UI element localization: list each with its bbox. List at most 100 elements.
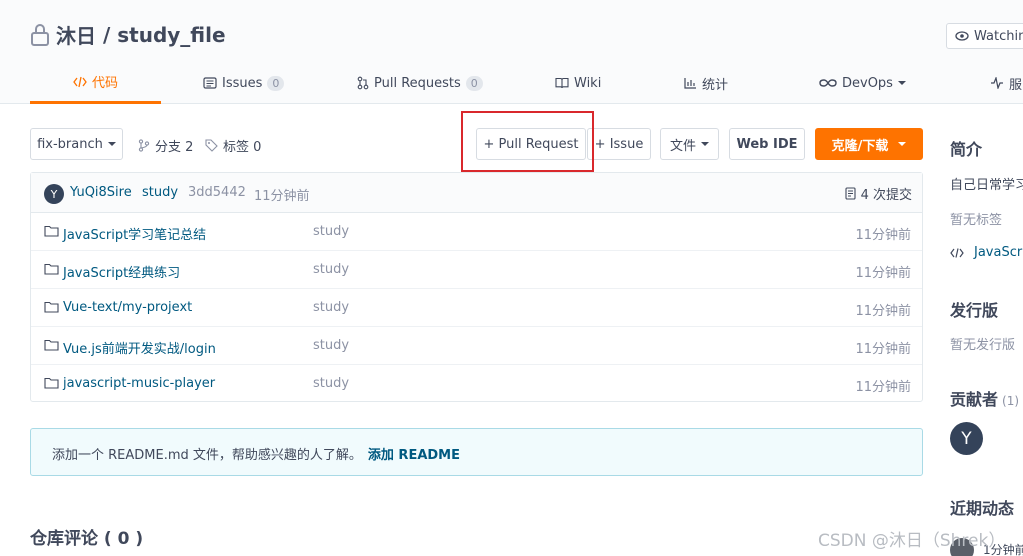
readme-notice: 添加一个 README.md 文件，帮助感兴趣的人了解。 添加 README [30, 428, 923, 476]
repo-name-link[interactable]: study_file [117, 23, 225, 47]
file-name-link[interactable]: JavaScript学习笔记总结 [63, 224, 206, 243]
folder-icon [44, 225, 59, 237]
stats-icon [684, 77, 697, 89]
commits-icon [845, 187, 856, 200]
intro-text: 自己日常学习 [950, 178, 1023, 193]
tab-label: 代码 [91, 76, 118, 91]
watch-label: Watching [974, 28, 1023, 44]
file-commit-time: 11分钟前 [855, 380, 911, 395]
file-row[interactable]: Vue.js前端开发实战/login study 11分钟前 [31, 327, 922, 365]
file-commit-message[interactable]: study [313, 376, 349, 391]
new-issue-button[interactable]: + Issue [587, 128, 651, 160]
file-commit-message[interactable]: study [313, 262, 349, 277]
devops-icon [819, 78, 837, 88]
avatar[interactable]: Y [950, 422, 983, 455]
tab-issues[interactable]: Issues 0 [203, 62, 285, 104]
file-commit-time: 11分钟前 [855, 228, 911, 243]
language-label: JavaScri [974, 245, 1023, 260]
commits-count-label: 4 次提交 [860, 188, 912, 203]
commit-sha-link[interactable]: 3dd5442 [188, 185, 246, 200]
chevron-down-icon [107, 142, 116, 146]
file-commit-message[interactable]: study [313, 338, 349, 353]
issues-icon [203, 77, 217, 89]
lock-icon [31, 23, 49, 46]
tab-service[interactable]: 服 [990, 62, 1022, 104]
avatar[interactable]: Y [44, 184, 64, 204]
branch-select[interactable]: fix-branch [30, 128, 123, 160]
commit-message-link[interactable]: study [142, 185, 178, 200]
file-dropdown[interactable]: 文件 [660, 128, 719, 160]
file-commit-time: 11分钟前 [855, 342, 911, 357]
clone-download-label: 克隆/下载 [831, 138, 889, 154]
language-link[interactable]: JavaScri [950, 245, 1023, 260]
service-icon [990, 77, 1004, 89]
file-list: Y YuQi8Sire study 3dd5442 11分钟前 4 次提交 Ja… [30, 172, 923, 402]
issues-count-badge: 0 [267, 75, 285, 91]
tags-label: 标签 0 [223, 140, 262, 155]
code-icon [73, 76, 87, 88]
wiki-icon [555, 77, 569, 89]
file-commit-message[interactable]: study [313, 300, 349, 315]
chevron-down-icon [898, 142, 907, 146]
repo-separator: / [96, 22, 118, 47]
chevron-down-icon [701, 142, 709, 146]
commit-author-link[interactable]: YuQi8Sire [70, 185, 132, 200]
tab-label: 统计 [702, 77, 729, 93]
clone-download-button[interactable]: 克隆/下载 [815, 128, 923, 160]
tab-label: 服 [1009, 77, 1023, 93]
web-ide-label: Web IDE [736, 136, 798, 152]
commit-time: 11分钟前 [254, 189, 310, 204]
tab-code[interactable]: 代码 [30, 62, 161, 104]
comments-title: 仓库评论 ( 0 ) [30, 529, 144, 549]
tab-label: Issues [222, 75, 263, 91]
file-commit-message[interactable]: study [313, 224, 349, 239]
file-commit-time: 11分钟前 [855, 266, 911, 281]
folder-icon [44, 301, 59, 313]
branch-icon [138, 139, 150, 152]
file-row[interactable]: JavaScript经典练习 study 11分钟前 [31, 251, 922, 289]
watermark: CSDN @沐日（Shrek） [818, 531, 1006, 551]
repo-title: 沐日 / study_file [30, 20, 226, 49]
pull-request-icon [357, 76, 369, 90]
repo-owner-link[interactable]: 沐日 [56, 20, 96, 49]
web-ide-button[interactable]: Web IDE [729, 128, 805, 160]
tab-wiki[interactable]: Wiki [555, 62, 601, 104]
contributors-title: 贡献者 (1) [950, 386, 1019, 410]
highlight-box [461, 111, 594, 172]
commits-count-link[interactable]: 4 次提交 [845, 184, 912, 203]
intro-title: 简介 [950, 140, 983, 159]
branches-link[interactable]: 分支 2 [138, 136, 193, 155]
latest-commit-row: Y YuQi8Sire study 3dd5442 11分钟前 4 次提交 [31, 173, 922, 213]
file-name-link[interactable]: Vue-text/my-projext [63, 300, 192, 315]
tab-label: DevOps [842, 75, 893, 91]
file-dropdown-label: 文件 [669, 138, 696, 154]
file-name-link[interactable]: Vue.js前端开发实战/login [63, 338, 216, 357]
releases-title: 发行版 [950, 301, 999, 320]
tag-icon [205, 139, 218, 152]
file-name-link[interactable]: JavaScript经典练习 [63, 262, 180, 281]
tags-link[interactable]: 标签 0 [205, 136, 261, 155]
tab-devops[interactable]: DevOps [819, 62, 906, 104]
tab-stats[interactable]: 统计 [684, 62, 728, 104]
file-row[interactable]: javascript-music-player study 11分钟前 [31, 365, 922, 403]
tab-pull-requests[interactable]: Pull Requests 0 [357, 62, 483, 104]
watch-button[interactable]: Watching [946, 23, 1023, 49]
chevron-down-icon [897, 81, 906, 85]
folder-icon [44, 339, 59, 351]
branch-select-label: fix-branch [37, 136, 103, 152]
activity-title: 近期动态 [950, 499, 1015, 518]
contributors-title-label: 贡献者 [950, 390, 999, 409]
code-icon [950, 247, 964, 258]
new-issue-label: + Issue [594, 136, 644, 152]
contributors-count: (1) [1002, 394, 1020, 408]
readme-notice-text: 添加一个 README.md 文件，帮助感兴趣的人了解。 [52, 448, 362, 463]
file-row[interactable]: Vue-text/my-projext study 11分钟前 [31, 289, 922, 327]
add-readme-link[interactable]: 添加 README [368, 448, 460, 463]
folder-icon [44, 263, 59, 275]
file-name-link[interactable]: javascript-music-player [63, 376, 215, 391]
tab-label: Pull Requests [374, 75, 461, 91]
file-row[interactable]: JavaScript学习笔记总结 study 11分钟前 [31, 213, 922, 251]
eye-icon [955, 31, 969, 41]
no-releases-text: 暂无发行版 [950, 338, 1016, 353]
repo-header: 沐日 / study_file Watching 代码 Issues 0 Pul… [0, 0, 1023, 104]
